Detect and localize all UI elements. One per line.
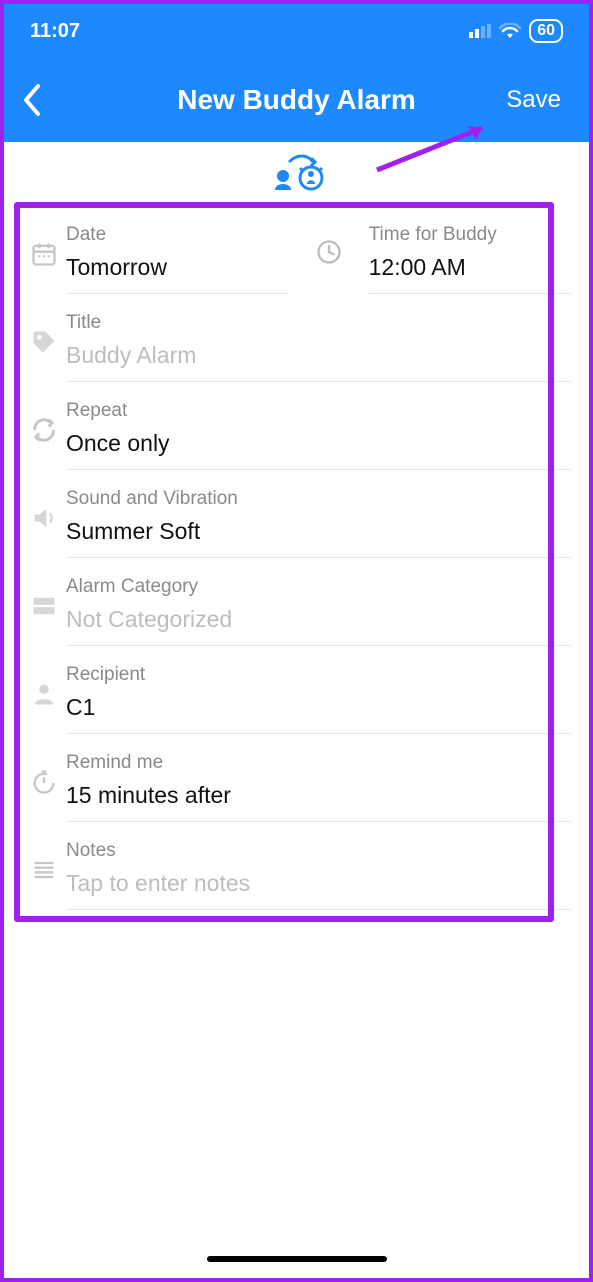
cellular-icon [469, 24, 491, 38]
status-right: 60 [469, 19, 563, 43]
notes-label: Notes [66, 840, 571, 862]
repeat-value: Once only [66, 430, 571, 457]
clock-icon [315, 218, 343, 294]
wifi-icon [499, 23, 521, 39]
page-title: New Buddy Alarm [177, 84, 416, 116]
person-icon [22, 658, 66, 708]
notes-field[interactable]: Notes Tap to enter notes [66, 834, 571, 910]
notes-placeholder: Tap to enter notes [66, 870, 571, 897]
row-title: Title Buddy Alarm [22, 294, 571, 382]
recipient-value: C1 [66, 694, 571, 721]
calendar-icon [22, 218, 66, 268]
title-field[interactable]: Title Buddy Alarm [66, 306, 571, 382]
repeat-icon [22, 394, 66, 444]
date-value: Tomorrow [66, 254, 289, 281]
date-field[interactable]: Date Tomorrow [66, 218, 289, 294]
row-sound: Sound and Vibration Summer Soft [22, 470, 571, 558]
home-indicator[interactable] [207, 1256, 387, 1262]
sound-field[interactable]: Sound and Vibration Summer Soft [66, 482, 571, 558]
time-field[interactable]: Time for Buddy 12:00 AM [369, 218, 571, 294]
remind-value: 15 minutes after [66, 782, 571, 809]
battery-level: 60 [537, 22, 555, 40]
recipient-field[interactable]: Recipient C1 [66, 658, 571, 734]
notes-icon [22, 834, 66, 884]
title-label: Title [66, 312, 571, 334]
sound-label: Sound and Vibration [66, 488, 571, 510]
time-label: Time for Buddy [369, 224, 571, 246]
category-label: Alarm Category [66, 576, 571, 598]
tag-icon [22, 306, 66, 356]
save-button[interactable]: Save [506, 86, 561, 114]
status-time: 11:07 [30, 20, 80, 43]
remind-field[interactable]: Remind me 15 minutes after [66, 746, 571, 822]
sound-value: Summer Soft [66, 518, 571, 545]
row-remind: Remind me 15 minutes after [22, 734, 571, 822]
remind-label: Remind me [66, 752, 571, 774]
time-value: 12:00 AM [369, 254, 571, 281]
timer-icon [22, 746, 66, 796]
category-value: Not Categorized [66, 606, 571, 633]
row-date-time: Date Tomorrow Time for Buddy 12:00 AM [22, 206, 571, 294]
row-category: Alarm Category Not Categorized [22, 558, 571, 646]
row-notes: Notes Tap to enter notes [22, 822, 571, 910]
row-recipient: Recipient C1 [22, 646, 571, 734]
screen: 11:07 60 New Buddy Alarm Save [0, 0, 593, 1282]
alarm-form: Date Tomorrow Time for Buddy 12:00 AM Ti… [4, 206, 589, 910]
row-repeat: Repeat Once only [22, 382, 571, 470]
battery-icon: 60 [529, 19, 563, 43]
nav-bar: New Buddy Alarm Save [4, 58, 589, 142]
repeat-field[interactable]: Repeat Once only [66, 394, 571, 470]
category-field[interactable]: Alarm Category Not Categorized [66, 570, 571, 646]
title-placeholder: Buddy Alarm [66, 342, 571, 369]
category-icon [22, 570, 66, 620]
status-bar: 11:07 60 [4, 4, 589, 58]
back-button[interactable] [22, 84, 42, 116]
repeat-label: Repeat [66, 400, 571, 422]
recipient-label: Recipient [66, 664, 571, 686]
buddy-alarm-hero-icon [4, 142, 589, 206]
speaker-icon [22, 482, 66, 532]
date-label: Date [66, 224, 289, 246]
